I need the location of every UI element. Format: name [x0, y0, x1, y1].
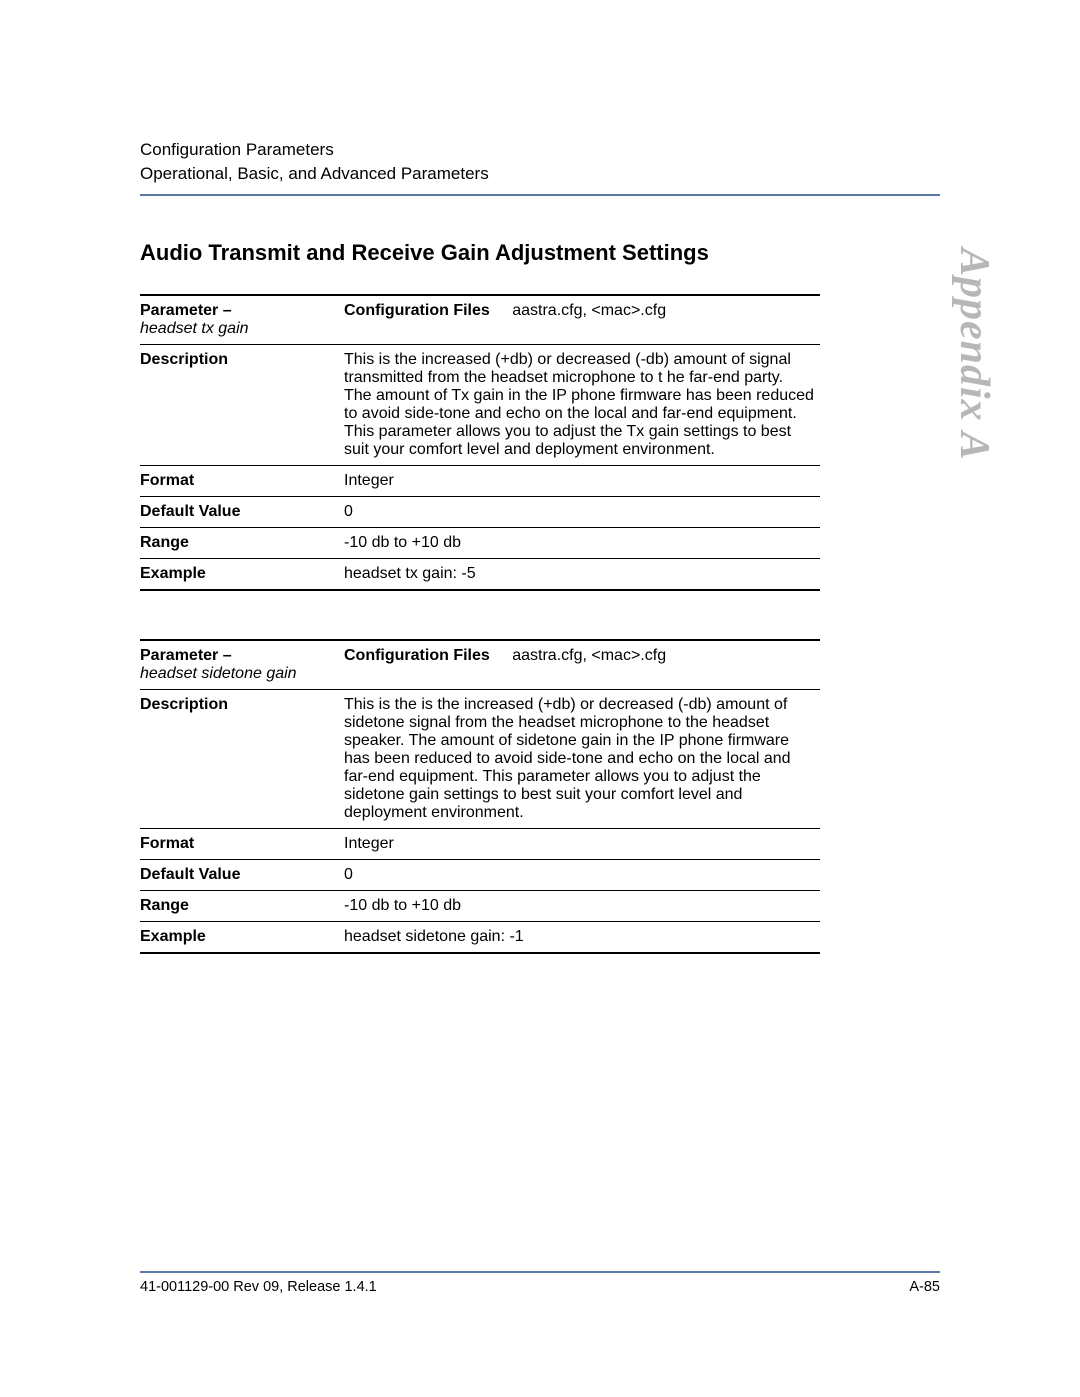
section-title: Audio Transmit and Receive Gain Adjustme… — [140, 240, 940, 266]
parameter-name: headset sidetone gain — [140, 665, 297, 682]
default-value: 0 — [344, 497, 820, 528]
format-value: Integer — [344, 829, 820, 860]
table-row: Parameter – headset tx gain Configuratio… — [140, 295, 820, 345]
header-rule — [140, 194, 940, 196]
table-row: Default Value 0 — [140, 497, 820, 528]
format-value: Integer — [344, 466, 820, 497]
header-subtitle: Operational, Basic, and Advanced Paramet… — [140, 164, 940, 184]
range-value: -10 db to +10 db — [344, 528, 820, 559]
parameter-table-1: Parameter – headset tx gain Configuratio… — [140, 294, 820, 591]
table-row: Default Value 0 — [140, 860, 820, 891]
page: Configuration Parameters Operational, Ba… — [0, 0, 1080, 1397]
parameter-cell: Parameter – headset sidetone gain — [140, 640, 344, 690]
table-row: Format Integer — [140, 466, 820, 497]
footer-left: 41-001129-00 Rev 09, Release 1.4.1 — [140, 1279, 377, 1295]
config-files-value: aastra.cfg, <mac>.cfg — [494, 302, 666, 319]
default-label: Default Value — [140, 860, 344, 891]
parameter-table-2: Parameter – headset sidetone gain Config… — [140, 639, 820, 954]
footer-line: 41-001129-00 Rev 09, Release 1.4.1 A-85 — [140, 1279, 940, 1295]
description-label: Description — [140, 690, 344, 829]
config-files-label: Configuration Files — [344, 647, 490, 664]
range-label: Range — [140, 528, 344, 559]
table-row: Example headset sidetone gain: -1 — [140, 922, 820, 954]
parameter-dash: – — [218, 302, 231, 319]
parameter-dash: – — [218, 647, 231, 664]
footer-rule — [140, 1271, 940, 1273]
range-label: Range — [140, 891, 344, 922]
example-value: headset tx gain: -5 — [344, 559, 820, 591]
footer-right: A-85 — [909, 1279, 940, 1295]
config-files-label: Configuration Files — [344, 302, 490, 319]
default-value: 0 — [344, 860, 820, 891]
parameter-label: Parameter — [140, 302, 218, 319]
parameter-cell: Parameter – headset tx gain — [140, 295, 344, 345]
table-row: Range -10 db to +10 db — [140, 528, 820, 559]
example-label: Example — [140, 922, 344, 954]
config-files-cell: Configuration Files aastra.cfg, <mac>.cf… — [344, 640, 820, 690]
table-row: Range -10 db to +10 db — [140, 891, 820, 922]
table-row: Description This is the is the increased… — [140, 690, 820, 829]
side-appendix-label: Appendix A — [950, 248, 998, 461]
config-files-value: aastra.cfg, <mac>.cfg — [494, 647, 666, 664]
format-label: Format — [140, 829, 344, 860]
example-label: Example — [140, 559, 344, 591]
range-value: -10 db to +10 db — [344, 891, 820, 922]
table-row: Description This is the increased (+db) … — [140, 345, 820, 466]
header-category: Configuration Parameters — [140, 140, 940, 160]
config-files-cell: Configuration Files aastra.cfg, <mac>.cf… — [344, 295, 820, 345]
parameter-label: Parameter — [140, 647, 218, 664]
default-label: Default Value — [140, 497, 344, 528]
description-label: Description — [140, 345, 344, 466]
format-label: Format — [140, 466, 344, 497]
table-row: Parameter – headset sidetone gain Config… — [140, 640, 820, 690]
description-value: This is the increased (+db) or decreased… — [344, 345, 820, 466]
description-value: This is the is the increased (+db) or de… — [344, 690, 820, 829]
footer: 41-001129-00 Rev 09, Release 1.4.1 A-85 — [140, 1271, 940, 1295]
parameter-name: headset tx gain — [140, 320, 249, 337]
table-row: Example headset tx gain: -5 — [140, 559, 820, 591]
example-value: headset sidetone gain: -1 — [344, 922, 820, 954]
table-row: Format Integer — [140, 829, 820, 860]
